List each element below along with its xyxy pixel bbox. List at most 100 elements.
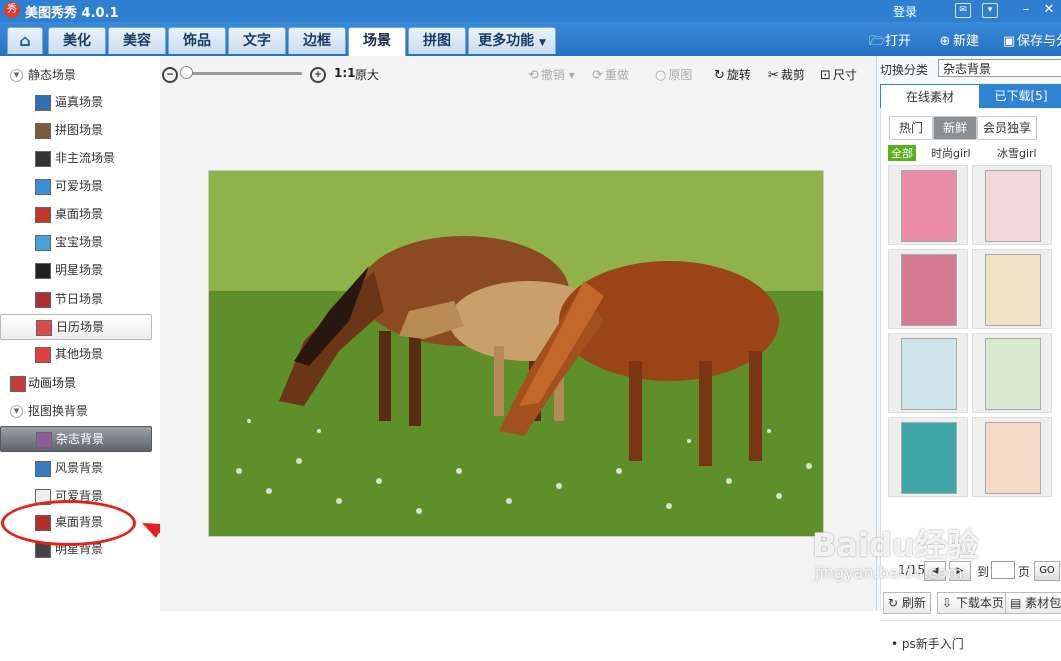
scene-item-label: 桌面场景 <box>55 207 104 221</box>
poster-preview <box>985 422 1041 494</box>
material-thumbnail[interactable] <box>888 165 968 245</box>
material-thumbnail[interactable] <box>888 249 968 329</box>
tab-home[interactable]: ⌂ <box>7 27 43 54</box>
chevron-down-icon: ▾ <box>568 68 575 82</box>
photo-horses-on-meadow[interactable] <box>208 170 824 537</box>
poster-preview <box>985 170 1041 242</box>
material-thumbnail[interactable] <box>888 417 968 497</box>
poster-preview <box>901 422 957 494</box>
crop-label: 裁剪 <box>780 68 805 82</box>
crop-icon: ✂ <box>768 68 779 83</box>
open-label: 打开 <box>885 34 912 49</box>
background-item-label: 风景背景 <box>55 461 104 475</box>
scene-item[interactable]: 可爱场景 <box>0 174 150 198</box>
scene-item[interactable]: 桌面场景 <box>0 202 150 226</box>
tab-downloaded[interactable]: 已下载[5] <box>980 84 1061 108</box>
scene-item[interactable]: 明星场景 <box>0 258 150 282</box>
tab-online-material[interactable]: 在线素材 <box>880 84 980 108</box>
material-thumbnail[interactable] <box>972 165 1052 245</box>
photo-illustration <box>209 171 823 536</box>
zoom-in-icon[interactable]: + <box>310 67 326 83</box>
group-static-scene[interactable]: ▼ 静态场景 <box>10 65 76 85</box>
scene-thumb-icon <box>35 207 51 223</box>
size-label: 尺寸 <box>832 68 857 82</box>
zoom-slider[interactable] <box>182 72 302 75</box>
tab-beautify[interactable]: 美化 <box>48 27 106 54</box>
undo-button[interactable]: ⟲ 撤销 ▾ <box>528 66 575 83</box>
pack-icon: ▤ <box>1010 596 1022 610</box>
tab-collage[interactable]: 拼图 <box>408 27 466 54</box>
undo-icon: ⟲ <box>528 68 539 83</box>
close-icon[interactable]: ✕ <box>1041 2 1057 18</box>
scene-item[interactable]: 其他场景 <box>0 342 150 366</box>
minimize-icon[interactable]: – <box>1018 2 1034 18</box>
new-button[interactable]: ⊕ 新建 <box>937 30 979 49</box>
resize-button[interactable]: ⊡ 尺寸 <box>820 66 857 83</box>
save-label: 保存与分享 <box>1017 34 1061 49</box>
scene-item-label: 拼图场景 <box>55 123 104 137</box>
scene-item-label: 节日场景 <box>55 292 104 306</box>
filter-ice-girl[interactable]: 冰雪girl <box>997 145 1037 161</box>
original-image-button[interactable]: ○ 原图 <box>655 66 692 83</box>
scene-item[interactable]: 节日场景 <box>0 287 150 311</box>
scene-item-label: 其他场景 <box>55 347 104 361</box>
undo-label: 撤销 <box>540 68 565 82</box>
group-cutout-background[interactable]: ▼ 抠图换背景 <box>10 401 88 421</box>
material-thumbnail[interactable] <box>972 333 1052 413</box>
animated-scene-thumb <box>10 375 26 392</box>
poster-preview <box>985 338 1041 410</box>
tab-scene[interactable]: 场景 <box>348 27 406 56</box>
filter-fashion-girl[interactable]: 时尚girl <box>931 145 971 161</box>
scene-item[interactable]: 逼真场景 <box>0 90 150 114</box>
page-number-input[interactable] <box>991 561 1015 579</box>
scene-item[interactable]: 日历场景 <box>0 314 152 340</box>
resize-icon: ⊡ <box>820 68 831 83</box>
login-link[interactable]: 登录 <box>893 3 917 20</box>
scene-item[interactable]: 非主流场景 <box>0 146 150 170</box>
subtab-vip[interactable]: 会员独享 <box>977 116 1037 140</box>
redo-icon: ⟳ <box>592 68 603 83</box>
subtab-new[interactable]: 新鲜 <box>933 116 977 140</box>
menu-dropdown-icon[interactable]: ▾ <box>982 3 998 18</box>
app-title: 美图秀秀 4.0.1 <box>25 6 119 21</box>
scene-thumb-icon <box>35 123 51 139</box>
tab-text[interactable]: 文字 <box>228 27 286 54</box>
open-button[interactable]: 🗁打开 <box>869 30 911 54</box>
redo-button[interactable]: ⟳ 重做 <box>592 66 629 83</box>
tab-more-features[interactable]: 更多功能 ▼ <box>468 27 556 54</box>
group-animated-scene[interactable]: 动画场景 <box>10 371 76 395</box>
category-select[interactable]: 杂志背景 <box>938 59 1061 77</box>
new-label: 新建 <box>953 34 980 49</box>
original-label: 原图 <box>668 68 693 82</box>
rotate-icon: ↻ <box>714 68 725 83</box>
canvas-area <box>160 90 876 611</box>
material-tabs: 在线素材 已下载[5] <box>880 84 1061 108</box>
message-icon[interactable]: ✉ <box>955 3 971 18</box>
tab-accessories[interactable]: 饰品 <box>168 27 226 54</box>
tab-border[interactable]: 边框 <box>288 27 346 54</box>
scene-item-label: 明星场景 <box>55 263 104 277</box>
scene-thumb-icon <box>35 235 51 251</box>
zoom-out-icon[interactable]: − <box>162 67 178 83</box>
save-share-button[interactable]: ▣保存与分享 <box>1001 30 1061 49</box>
zoom-slider-handle[interactable] <box>180 66 193 79</box>
go-button[interactable]: GO <box>1034 561 1060 581</box>
help-link[interactable]: • ps新手入门 <box>891 635 964 652</box>
scene-item[interactable]: 拼图场景 <box>0 118 150 142</box>
original-size-button[interactable]: 原大 <box>355 66 379 83</box>
background-item[interactable]: 杂志背景 <box>0 426 152 452</box>
material-thumbnail[interactable] <box>888 333 968 413</box>
scene-item-label: 非主流场景 <box>55 151 116 165</box>
subtab-hot[interactable]: 热门 <box>889 116 933 140</box>
material-thumbnail[interactable] <box>972 417 1052 497</box>
filter-all[interactable]: 全部 <box>888 145 916 161</box>
material-thumbnail[interactable] <box>972 249 1052 329</box>
tab-beauty[interactable]: 美容 <box>108 27 166 54</box>
scene-thumb-icon <box>35 263 51 279</box>
page-unit-label: 页 <box>1018 565 1031 579</box>
rotate-button[interactable]: ↻ 旋转 <box>714 66 751 83</box>
scene-item[interactable]: 宝宝场景 <box>0 230 150 254</box>
crop-button[interactable]: ✂ 裁剪 <box>768 66 805 83</box>
scene-thumb-icon <box>35 292 51 308</box>
background-item[interactable]: 风景背景 <box>0 456 150 480</box>
